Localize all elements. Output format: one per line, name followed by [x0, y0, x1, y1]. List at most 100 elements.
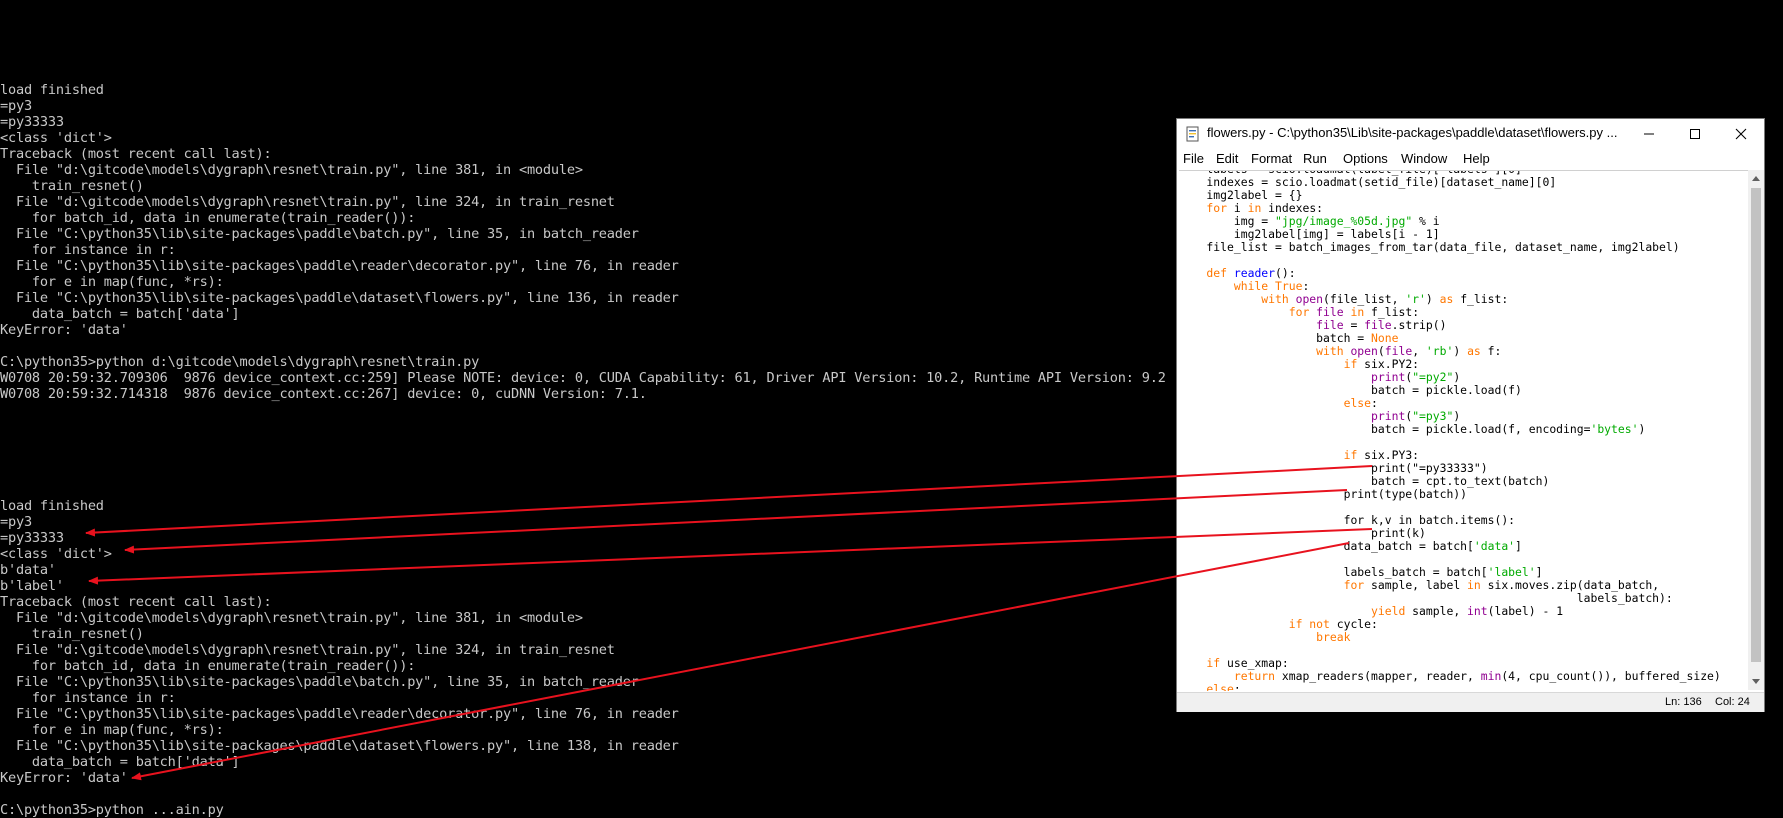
- console-line: for instance in r:: [0, 242, 176, 258]
- code-token: i: [1227, 201, 1248, 215]
- scroll-down-button[interactable]: [1748, 674, 1764, 690]
- code-token: "jpg/image_%05d.jpg": [1275, 214, 1413, 228]
- code-token: labels_batch):: [1179, 591, 1673, 605]
- code-token: for: [1179, 305, 1310, 319]
- code-token: open: [1295, 292, 1324, 306]
- code-token: ]: [1515, 539, 1522, 553]
- console-line: W0708 20:59:32.709306 9876 device_contex…: [0, 370, 1166, 386]
- code-token: batch = pickle.load(f, encoding=: [1179, 422, 1591, 436]
- code-token: 'r': [1405, 292, 1426, 306]
- code-token: img =: [1179, 214, 1276, 228]
- code-token: (file_list,: [1323, 292, 1406, 306]
- code-token: for: [1179, 201, 1228, 215]
- code-token: use_xmap:: [1220, 656, 1289, 670]
- menu-file[interactable]: File: [1183, 151, 1204, 166]
- console-line: load finished: [0, 82, 104, 98]
- console-line: train_resnet(): [0, 626, 144, 642]
- code-token: ,: [1412, 344, 1426, 358]
- menu-window[interactable]: Window: [1401, 151, 1447, 166]
- code-token: :: [1302, 279, 1310, 293]
- maximize-icon: [1690, 129, 1700, 139]
- console-line: =py33333: [0, 114, 64, 130]
- code-token: batch = cpt.to_text(batch): [1179, 474, 1550, 488]
- menu-format[interactable]: Format: [1251, 151, 1292, 166]
- code-token: True: [1275, 279, 1303, 293]
- code-token: print: [1371, 370, 1406, 384]
- console-line: KeyError: 'data': [0, 770, 128, 786]
- code-token: 'rb': [1425, 344, 1454, 358]
- code-token: =: [1343, 318, 1365, 332]
- console-line: Traceback (most recent call last):: [0, 594, 272, 610]
- console-line: train_resnet(): [0, 178, 144, 194]
- code-token: in: [1467, 578, 1481, 592]
- console-line: for e in map(func, *rs):: [0, 722, 224, 738]
- console-line: load finished: [0, 498, 104, 514]
- console-line: for e in map(func, *rs):: [0, 274, 224, 290]
- console-line: C:\python35>python d:\gitcode\models\dyg…: [0, 354, 480, 370]
- code-token: print("=py33333"): [1179, 461, 1488, 475]
- code-token: print(type(batch)): [1179, 487, 1468, 501]
- code-line: break: [1179, 631, 1350, 644]
- console-line: File "C:\python35\lib\site-packages\padd…: [0, 290, 679, 306]
- code-token: sample,: [1405, 604, 1468, 618]
- code-token: :: [1233, 682, 1241, 692]
- code-token: .strip(): [1391, 318, 1447, 332]
- code-token: ): [1453, 344, 1468, 358]
- idle-editor-window: flowers.py - C:\python35\Lib\site-packag…: [1176, 118, 1765, 712]
- console-line: KeyError: 'data': [0, 322, 128, 338]
- code-token: f_list:: [1453, 292, 1509, 306]
- code-token: file_list = batch_images_from_tar(data_f…: [1179, 240, 1680, 254]
- console-line: File "C:\python35\lib\site-packages\padd…: [0, 258, 679, 274]
- code-token: break: [1179, 630, 1351, 644]
- code-token: file: [1384, 344, 1413, 358]
- code-token: (: [1377, 344, 1385, 358]
- code-token: 'bytes': [1590, 422, 1639, 436]
- console-line: <class 'dict'>: [0, 130, 112, 146]
- code-token: ]: [1535, 565, 1543, 579]
- close-button[interactable]: [1718, 119, 1764, 149]
- code-token: f:: [1480, 344, 1502, 358]
- scrollbar-thumb[interactable]: [1751, 188, 1761, 662]
- code-token: def: [1179, 266, 1228, 280]
- code-token: None: [1371, 331, 1399, 345]
- maximize-button[interactable]: [1672, 119, 1718, 149]
- console-line: =py33333: [0, 530, 64, 546]
- code-token: img2label[img] = labels[i - 1]: [1179, 227, 1440, 241]
- code-token: f_list:: [1364, 305, 1420, 319]
- menu-edit[interactable]: Edit: [1216, 151, 1238, 166]
- console-line: File "C:\python35\lib\site-packages\padd…: [0, 226, 639, 242]
- code-token: file: [1364, 318, 1392, 332]
- code-token: reader: [1233, 266, 1276, 280]
- code-token: yield: [1179, 604, 1406, 618]
- menu-run[interactable]: Run: [1303, 151, 1327, 166]
- scroll-up-button[interactable]: [1748, 170, 1764, 186]
- minimize-button[interactable]: [1626, 119, 1672, 149]
- code-token: else: [1179, 396, 1372, 410]
- vertical-scrollbar[interactable]: [1748, 170, 1764, 690]
- column-number: Col: 24: [1715, 696, 1750, 708]
- code-token: ): [1453, 409, 1461, 423]
- python-file-icon: [1186, 126, 1199, 142]
- line-number: Ln: 136: [1665, 696, 1702, 708]
- code-token: 'label': [1487, 565, 1536, 579]
- code-token: open: [1350, 344, 1378, 358]
- code-token: sample, label: [1364, 578, 1468, 592]
- code-token: indexes = scio.loadmat(setid_file)[datas…: [1179, 175, 1557, 189]
- console-line: <class 'dict'>: [0, 546, 112, 562]
- console-line: File "d:\gitcode\models\dygraph\resnet\t…: [0, 162, 583, 178]
- console-line: data_batch = batch['data']: [0, 754, 240, 770]
- code-token: print: [1371, 409, 1406, 423]
- minimize-icon: [1644, 133, 1654, 135]
- menu-bar: File Edit Format Run Options Window Help: [1177, 149, 1764, 169]
- console-line: =py3: [0, 514, 32, 530]
- menu-help[interactable]: Help: [1463, 151, 1490, 166]
- code-token: six.PY2:: [1357, 357, 1420, 371]
- code-editor[interactable]: labels = scio.loadmat(label_file)['label…: [1179, 170, 1748, 691]
- title-bar[interactable]: flowers.py - C:\python35\Lib\site-packag…: [1177, 119, 1764, 149]
- code-token: ): [1638, 422, 1646, 436]
- menu-options[interactable]: Options: [1343, 151, 1388, 166]
- code-line: file_list = batch_images_from_tar(data_f…: [1179, 240, 1680, 254]
